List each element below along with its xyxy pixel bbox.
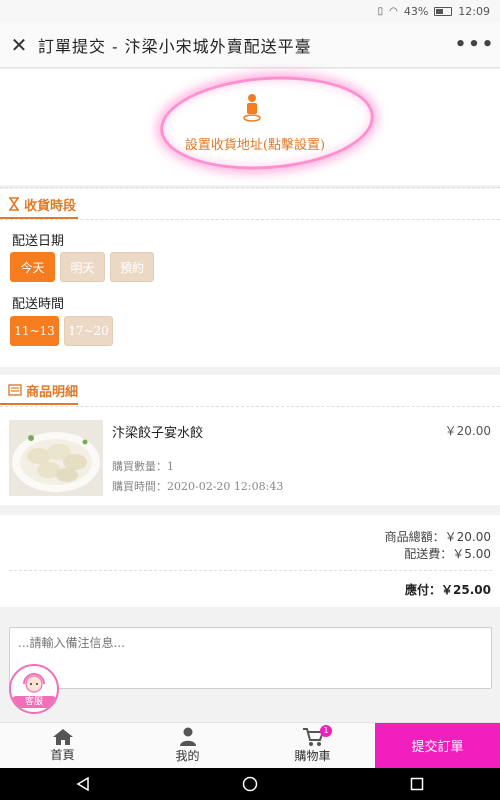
purchase-quantity: 購買數量：1	[112, 460, 174, 473]
payable-row: 應付：￥25.00	[405, 581, 491, 598]
hourglass-icon	[9, 197, 19, 211]
divider	[0, 406, 500, 407]
bottom-tab-bar: 首頁 我的 1 購物車 提交訂單	[0, 722, 500, 768]
product-price: ￥20.00	[444, 424, 491, 438]
delivery-panel: 收貨時段 配送日期 今天 明天 預約 配送時間 11~13 17~20	[0, 189, 500, 367]
divider	[0, 187, 500, 188]
signal-icon: ▯	[377, 5, 384, 17]
product-name: 汴梁餃子宴水餃	[112, 426, 204, 441]
title-bar: ✕ 訂單提交 - 汴梁小宋城外賣配送平臺 •••	[0, 22, 500, 68]
more-options-icon[interactable]: •••	[450, 34, 500, 55]
close-icon[interactable]: ✕	[0, 33, 38, 57]
purchase-time: 購買時間：2020-02-20 12:08:43	[112, 480, 284, 493]
tab-mine[interactable]: 我的	[125, 723, 250, 768]
wifi-icon: ◠	[389, 5, 398, 17]
delivery-section-title: 收貨時段	[24, 198, 77, 214]
system-navigation-bar	[0, 768, 500, 800]
dumpling-product-image	[9, 420, 103, 496]
divider	[9, 570, 492, 571]
status-bar: ▯ ◠ 43% 12:09	[0, 0, 500, 22]
tab-home[interactable]: 首頁	[0, 723, 125, 768]
goods-section-title: 商品明細	[26, 384, 79, 400]
home-icon	[52, 729, 73, 745]
address-highlight-circle	[157, 69, 377, 177]
tab-mine-label: 我的	[175, 749, 200, 763]
clock: 12:09	[458, 4, 490, 18]
customer-service-label: 客服	[11, 696, 57, 708]
delivery-date-label: 配送日期	[12, 234, 65, 249]
battery-percent: 43%	[403, 4, 429, 18]
home-circle-icon[interactable]	[230, 768, 270, 800]
page-title: 訂單提交 - 汴梁小宋城外賣配送平臺	[38, 36, 312, 56]
section-underline	[0, 403, 78, 405]
delivery-section-header: 收貨時段	[0, 189, 78, 219]
recent-apps-icon[interactable]	[397, 768, 437, 800]
date-tomorrow-button[interactable]: 明天	[60, 252, 105, 282]
customer-service-button[interactable]: 客服	[9, 664, 59, 714]
date-today-button[interactable]: 今天	[10, 252, 55, 282]
payable-value: ￥25.00	[441, 583, 491, 597]
user-icon	[179, 727, 196, 746]
divider	[0, 219, 500, 220]
goods-total-row: 商品總額：￥20.00	[385, 528, 491, 545]
delivery-fee-label: 配送費：	[404, 547, 453, 561]
goods-section-header: 商品明細	[0, 375, 78, 405]
delivery-fee-row: 配送費：￥5.00	[404, 545, 491, 562]
delivery-fee-value: ￥5.00	[452, 547, 491, 561]
goods-total-value: ￥20.00	[444, 530, 491, 544]
submit-order-button[interactable]: 提交訂單	[375, 723, 500, 768]
address-card[interactable]: 設置收貨地址(點擊設置)	[0, 69, 500, 185]
remark-input[interactable]	[9, 627, 492, 689]
time-slot-lunch-button[interactable]: 11~13	[10, 316, 59, 346]
person-pin-icon	[243, 94, 261, 122]
cart-count-badge: 1	[320, 725, 332, 737]
tab-cart[interactable]: 1 購物車	[250, 723, 375, 768]
tab-home-label: 首頁	[50, 748, 75, 762]
set-address-link[interactable]: 設置收貨地址(點擊設置)	[150, 134, 360, 153]
tab-cart-label: 購物車	[294, 749, 331, 763]
date-reserve-button[interactable]: 預約	[110, 252, 154, 282]
battery-icon	[434, 6, 453, 16]
goods-total-label: 商品總額：	[384, 530, 445, 544]
list-icon	[8, 384, 22, 396]
payable-label: 應付：	[405, 583, 442, 597]
back-icon[interactable]	[63, 768, 103, 800]
delivery-time-label: 配送時間	[12, 297, 65, 312]
time-slot-dinner-button[interactable]: 17~20	[64, 316, 113, 346]
